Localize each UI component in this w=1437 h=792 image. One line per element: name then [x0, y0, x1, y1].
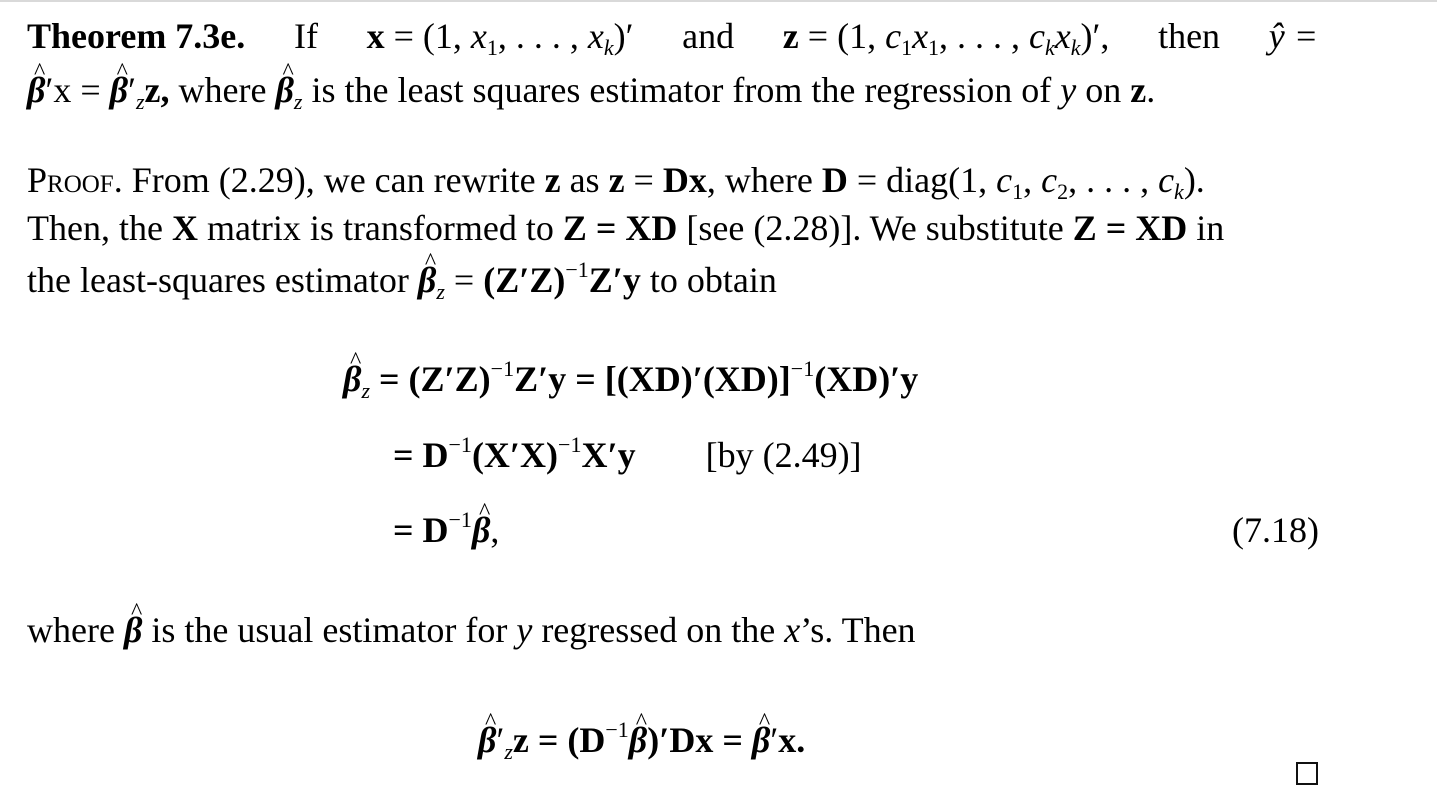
qed-box-icon	[1296, 762, 1318, 785]
proof-line-2: Then, the X matrix is transformed to Z =…	[27, 208, 1225, 248]
final-equation: β′zz = (D−1β)′Dx = β′x.	[478, 700, 805, 763]
equation-row-1: βz = (Z′Z)−1Z′y = [(XD)′(XD)]−1(XD)′y	[343, 339, 918, 402]
y-hat: ŷ =	[1268, 16, 1318, 56]
proof-line-1: Proof. From (2.29), we can rewrite z as …	[27, 160, 1205, 204]
equation-reference: [by (2.49)]	[705, 435, 862, 475]
page-top-border	[0, 0, 1437, 2]
explanation-line: where β is the usual estimator for y reg…	[27, 590, 916, 652]
x-vector-definition: x = (1, x1, . . . , xk)′	[366, 16, 634, 60]
equation-row-3: = D−1β,	[393, 490, 499, 552]
theorem-line-2: β′x = β′zz, where βz is the least square…	[27, 50, 1155, 113]
proof-label: Proof.	[27, 160, 123, 200]
equation-row-2: = D−1(X′X)−1X′y [by (2.49)]	[393, 432, 862, 476]
theorem-label: Theorem 7.3e.	[27, 16, 246, 56]
proof-line-3: the least-squares estimator βz = (Z′Z)−1…	[27, 240, 777, 303]
theorem-line-1: Theorem 7.3e. If x = (1, x1, . . . , xk)…	[27, 16, 1318, 60]
z-vector-definition: z = (1, c1x1, . . . , ckxk)′,	[782, 16, 1110, 60]
equation-number: (7.18)	[1232, 510, 1319, 550]
